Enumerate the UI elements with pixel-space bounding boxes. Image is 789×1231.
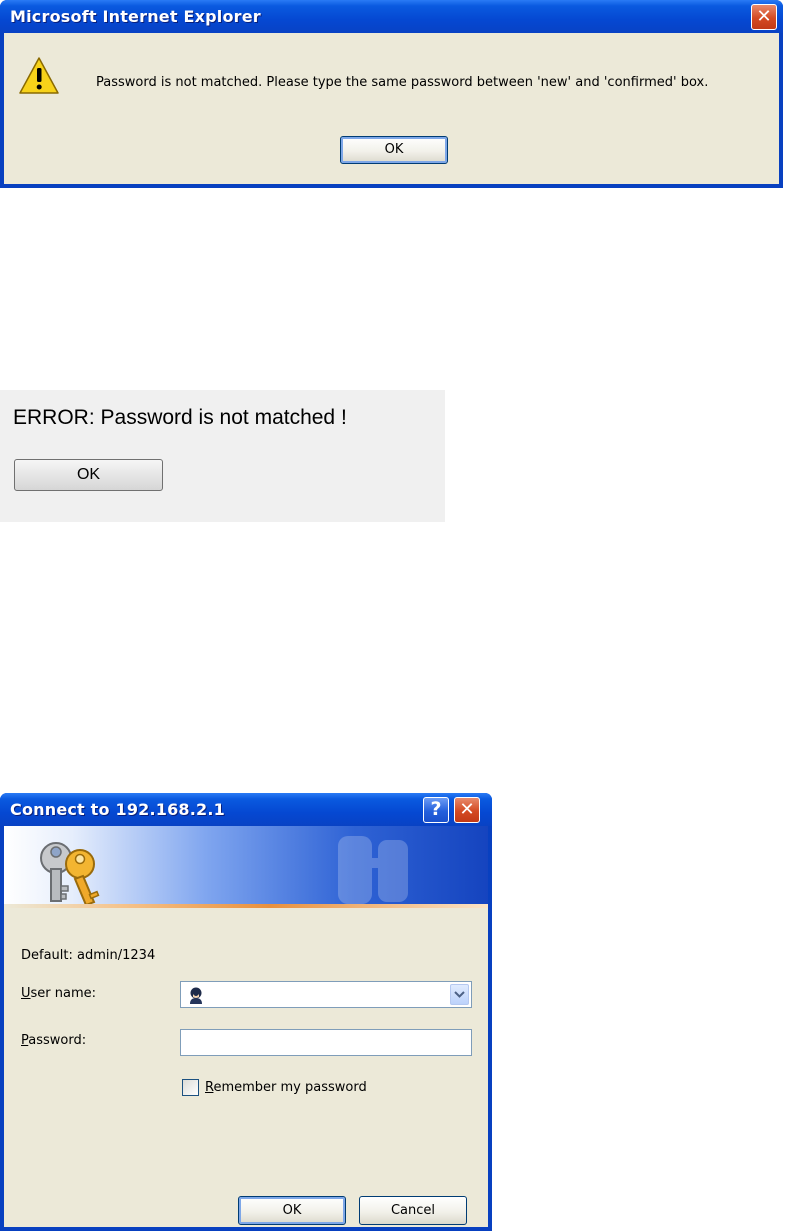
alert-body: Password is not matched. Please type the… (4, 33, 779, 184)
help-button[interactable]: ? (423, 797, 449, 823)
alert-message: Password is not matched. Please type the… (96, 75, 709, 90)
alert-ok-button[interactable]: OK (340, 136, 448, 164)
keys-icon (40, 842, 100, 907)
login-ok-button[interactable]: OK (238, 1196, 346, 1225)
user-name-accel: U (21, 986, 31, 1001)
error-ok-button[interactable]: OK (14, 459, 163, 491)
login-title: Connect to 192.168.2.1 (10, 800, 225, 819)
password-label: Password: (21, 1033, 86, 1048)
login-titlebar[interactable]: Connect to 192.168.2.1 ? ✕ (0, 793, 492, 826)
login-cancel-button[interactable]: Cancel (359, 1196, 467, 1225)
password-label-text: assword: (28, 1033, 87, 1048)
banner-stripe (4, 904, 488, 908)
alert-close-button[interactable]: ✕ (751, 4, 777, 30)
ie-alert-dialog: Microsoft Internet Explorer ✕ Password i… (0, 0, 783, 188)
remember-label-text: emember my password (213, 1080, 367, 1095)
remember-password-checkbox[interactable] (182, 1079, 199, 1096)
user-name-label: User name: (21, 986, 96, 1001)
alert-title: Microsoft Internet Explorer (10, 7, 261, 26)
login-body: Default: admin/1234 User name: Password:… (4, 826, 488, 1227)
user-avatar-icon (190, 987, 202, 1004)
user-name-combobox[interactable] (180, 981, 472, 1008)
keys-watermark-icon (338, 836, 408, 904)
login-close-button[interactable]: ✕ (454, 797, 480, 823)
chevron-down-icon (454, 991, 465, 998)
error-panel: ERROR: Password is not matched ! OK (0, 390, 445, 522)
remember-password-label[interactable]: Remember my password (205, 1080, 367, 1095)
default-credentials-text: Default: admin/1234 (21, 948, 156, 963)
error-message: ERROR: Password is not matched ! (13, 406, 347, 429)
login-banner (4, 826, 488, 907)
login-dialog: Connect to 192.168.2.1 ? ✕ Default: admi… (0, 793, 492, 1231)
user-name-label-text: ser name: (30, 986, 97, 1001)
alert-titlebar[interactable]: Microsoft Internet Explorer ✕ (0, 0, 783, 33)
combo-dropdown-button[interactable] (450, 984, 469, 1005)
warning-icon (19, 57, 59, 94)
password-field[interactable] (180, 1029, 472, 1056)
